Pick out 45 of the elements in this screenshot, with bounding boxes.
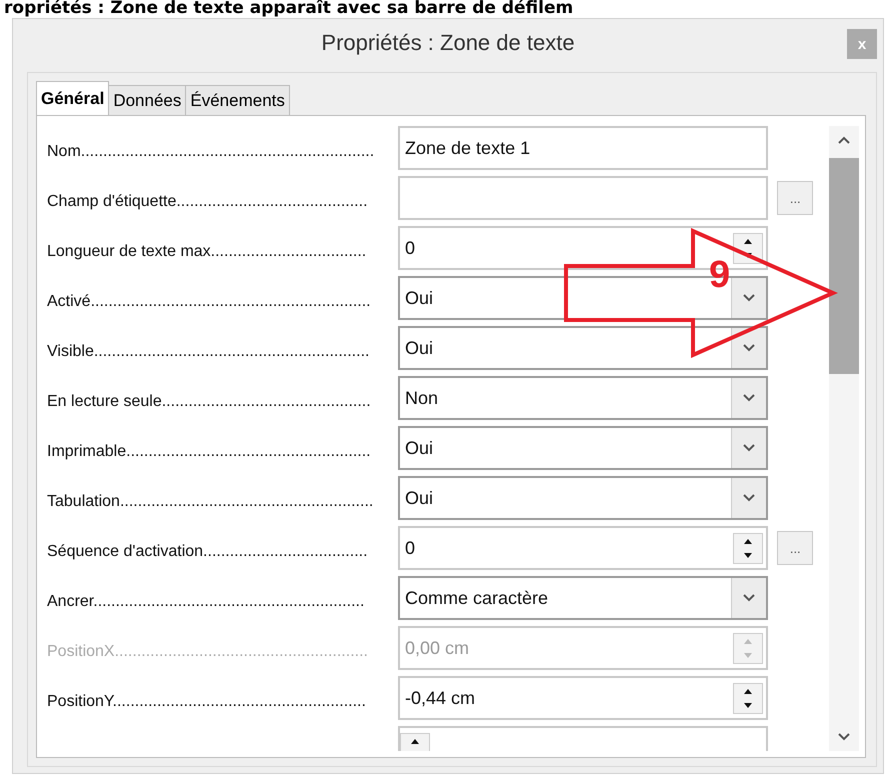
- dropdown-button[interactable]: [730, 478, 766, 518]
- chevron-down-icon: [742, 593, 756, 603]
- property-label: Visible..............................................................: [47, 342, 370, 361]
- chevron-down-icon: [742, 293, 756, 303]
- spin-buttons[interactable]: [732, 682, 762, 714]
- dropdown-button[interactable]: [730, 428, 766, 468]
- scroll-up-icon[interactable]: [836, 134, 852, 146]
- property-label: Tabulation.........................................................: [47, 492, 374, 511]
- input-field[interactable]: [398, 176, 768, 220]
- property-label: PositionX.........................................................: [47, 642, 369, 661]
- property-label: Séquence d'activation.....................................: [47, 542, 369, 561]
- browse-button[interactable]: ...: [777, 181, 814, 215]
- chevron-down-icon: [742, 343, 756, 353]
- dropdown-field[interactable]: Non: [398, 376, 768, 420]
- chevron-down-icon: [742, 443, 756, 453]
- tab[interactable]: Général: [36, 81, 110, 115]
- dropdown-field[interactable]: Comme caractère: [398, 576, 768, 620]
- property-label: PositionY.........................................................: [47, 692, 367, 711]
- scrollbar[interactable]: [829, 126, 859, 751]
- input-field[interactable]: Zone de texte 1: [398, 126, 768, 170]
- dropdown-field[interactable]: Oui: [398, 326, 768, 370]
- property-label: En lecture seule...............................................: [47, 392, 372, 411]
- dropdown-button[interactable]: [730, 378, 766, 418]
- dropdown-button[interactable]: [730, 328, 766, 368]
- scrollbar-thumb[interactable]: [829, 158, 859, 374]
- property-label: Longueur de texte max...................................: [47, 242, 368, 261]
- dropdown-field[interactable]: Oui: [398, 476, 768, 520]
- property-label: Nom..................................................................: [47, 142, 376, 161]
- tab[interactable]: Événements: [185, 85, 290, 115]
- browse-button[interactable]: ...: [777, 531, 814, 565]
- property-label: Imprimable.......................................................: [47, 442, 372, 461]
- window-title: Propriétés : Zone de texte: [321, 30, 575, 56]
- scroll-down-icon[interactable]: [836, 731, 852, 743]
- chevron-down-icon: [742, 493, 756, 503]
- dropdown-button[interactable]: [730, 578, 766, 618]
- chevron-down-icon: [742, 393, 756, 403]
- tab[interactable]: Données: [108, 85, 186, 115]
- property-label: Activé...............................................................: [47, 292, 372, 311]
- spin-field[interactable]: -0,44 cm: [398, 676, 768, 720]
- property-label: Ancrer.............................................................: [47, 592, 366, 611]
- dropdown-button[interactable]: [730, 278, 766, 318]
- dropdown-field[interactable]: Oui: [398, 426, 768, 470]
- spin-field[interactable]: 0: [398, 526, 768, 570]
- spin-buttons[interactable]: [732, 532, 762, 564]
- property-label: Champ d'étiquette...........................................: [47, 192, 369, 211]
